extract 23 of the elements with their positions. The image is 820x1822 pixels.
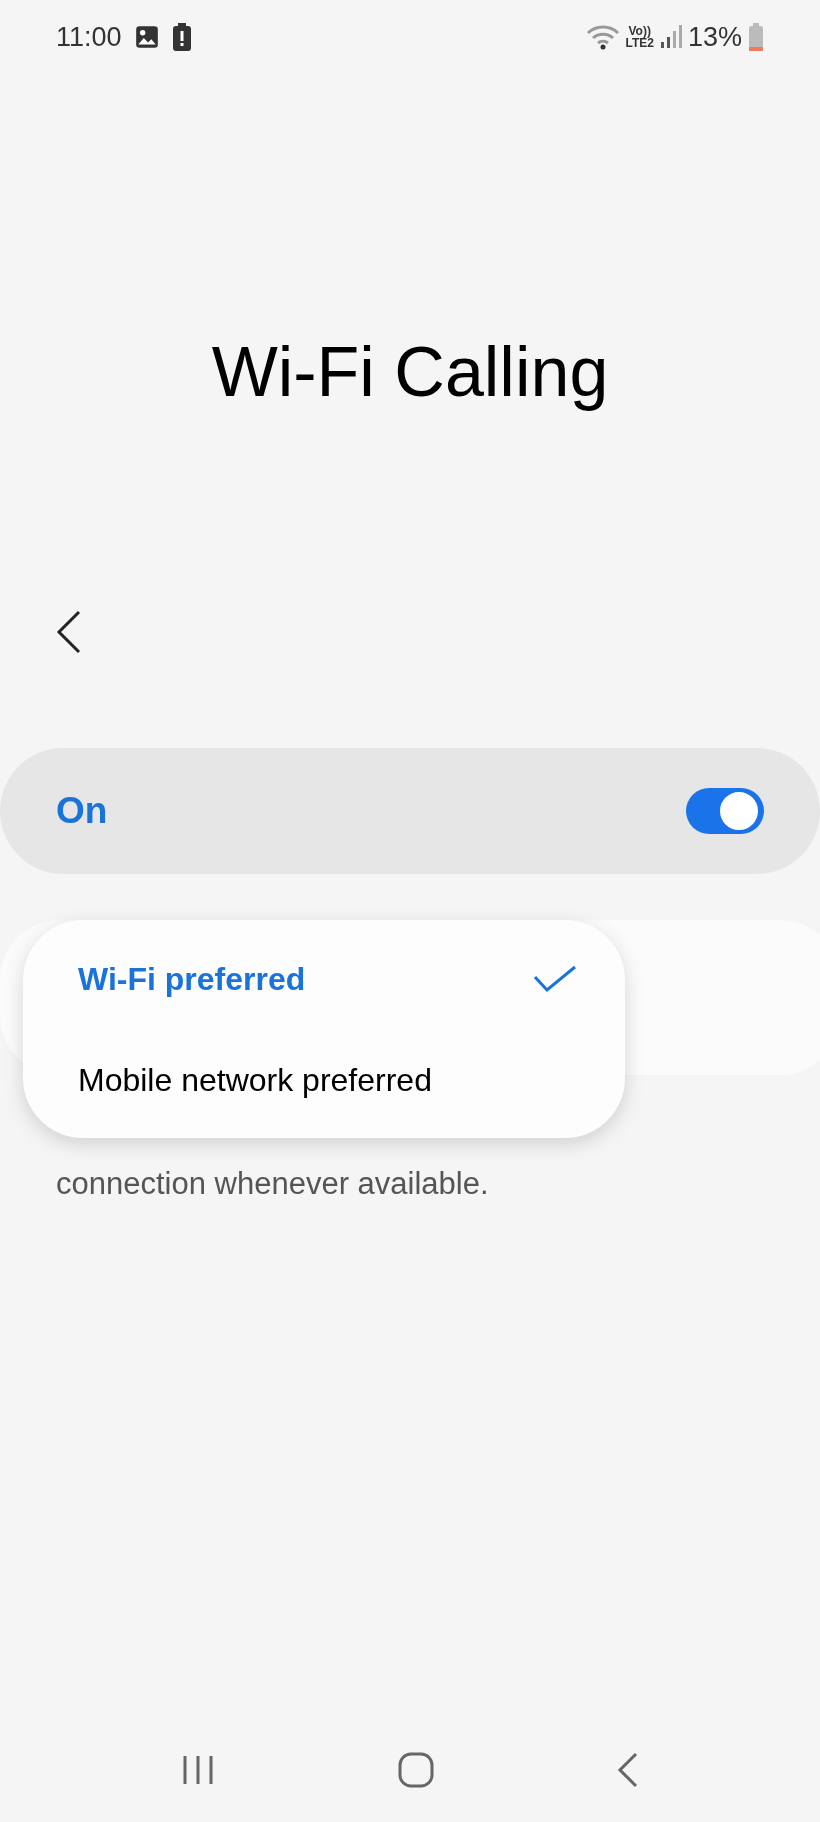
menu-option[interactable]: Mobile network preferred xyxy=(23,1029,625,1130)
battery-icon xyxy=(748,23,764,51)
battery-percent: 13% xyxy=(687,20,742,54)
switch-label: On xyxy=(56,789,108,834)
back-icon xyxy=(56,610,82,654)
signal-icon xyxy=(659,25,682,49)
image-icon xyxy=(133,24,160,50)
option-label: Wi-Fi preferred xyxy=(78,959,306,999)
wifi-icon xyxy=(585,23,620,51)
recent-apps-icon[interactable] xyxy=(181,1754,216,1786)
volte-label: Vo)) xyxy=(628,25,651,37)
toggle-switch[interactable] xyxy=(686,788,764,834)
clock: 11:00 xyxy=(56,20,122,54)
page-title: Wi-Fi Calling xyxy=(211,332,609,413)
back-nav-icon[interactable] xyxy=(616,1752,639,1788)
description: connection whenever available. xyxy=(55,1165,490,1203)
alert-icon xyxy=(171,23,192,51)
option-label: Mobile network preferred xyxy=(78,1060,432,1100)
network-label: LTE2 xyxy=(625,37,654,49)
menu-option[interactable]: Wi-Fi preferred xyxy=(23,928,625,1029)
switch-bar[interactable]: On xyxy=(0,748,820,874)
home-icon[interactable] xyxy=(398,1752,434,1788)
check-icon xyxy=(533,964,577,993)
